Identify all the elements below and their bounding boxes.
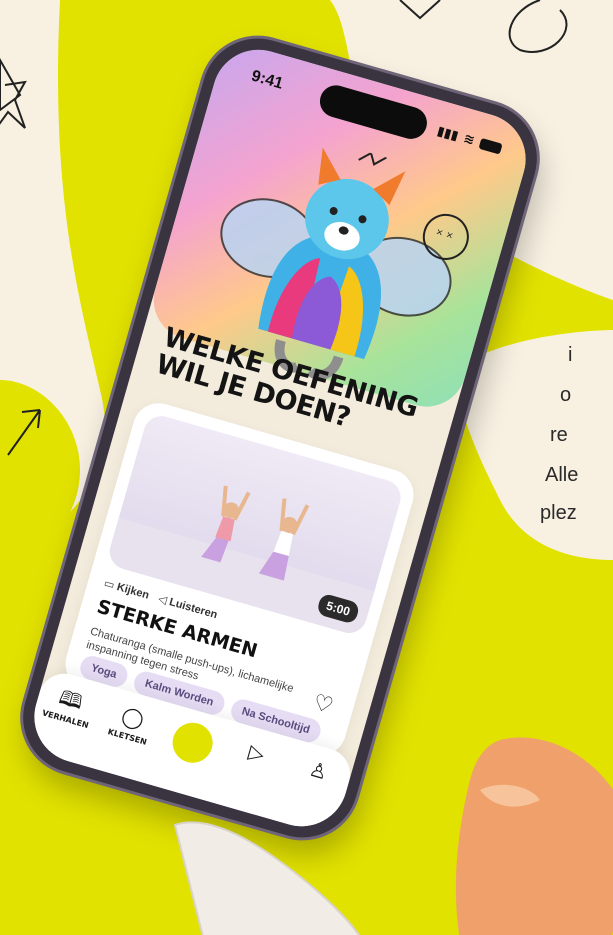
- heart-icon[interactable]: ♡: [310, 689, 338, 718]
- person-icon: ♙: [306, 758, 330, 785]
- tv-icon: ▭: [102, 577, 116, 592]
- tab-kletsen[interactable]: ◯ KLETSEN: [99, 700, 162, 749]
- tab-profile[interactable]: ♙: [288, 753, 348, 790]
- tab-play[interactable]: ▷: [226, 735, 286, 772]
- tab-verhalen[interactable]: 🕮 VERHALEN: [37, 682, 100, 731]
- side-text-line-2: o: [560, 384, 572, 406]
- battery-icon: [478, 137, 503, 155]
- center-action-button[interactable]: [167, 717, 218, 768]
- mode-watch-label: Kijken: [115, 581, 151, 602]
- yoga-kids-illustration: [105, 485, 375, 638]
- star-doodle-icon: [0, 57, 27, 129]
- left-hand-illustration: [173, 821, 361, 935]
- speaker-icon: ◁: [156, 592, 169, 607]
- book-icon: 🕮: [56, 686, 86, 715]
- loop-doodle-icon: [508, 0, 568, 53]
- svg-text:× ×: × ×: [434, 227, 454, 242]
- right-hand-illustration: [455, 737, 613, 935]
- wifi-icon: ≋: [461, 130, 477, 148]
- scene: i o re Alle plez 9:41 ▮▮▮ ≋ × × WELKE OE…: [0, 0, 613, 935]
- tab-center[interactable]: [160, 717, 224, 770]
- side-text-line-4: Alle: [545, 464, 579, 486]
- scribble-doodle-icon: [399, 0, 441, 20]
- tab-kletsen-label: KLETSEN: [106, 727, 148, 747]
- exercise-thumbnail[interactable]: 5:00: [105, 411, 405, 638]
- side-text-line-3: re: [550, 424, 568, 446]
- side-text-line-5: plez: [540, 502, 577, 524]
- chat-bubble-icon: ◯: [118, 704, 147, 732]
- play-icon: ▷: [245, 741, 267, 767]
- tab-verhalen-label: VERHALEN: [41, 708, 90, 731]
- side-text-line-1: i: [568, 344, 573, 366]
